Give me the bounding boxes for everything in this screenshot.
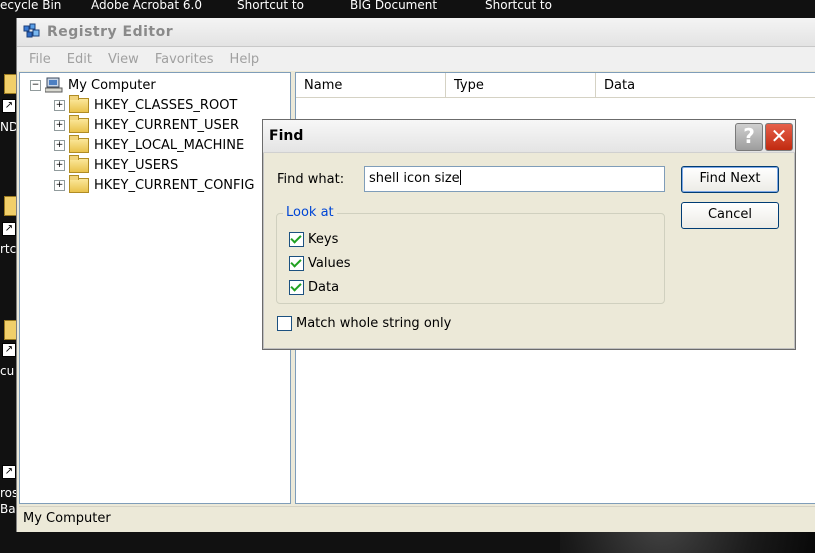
registry-editor-icon — [23, 23, 41, 41]
cancel-button[interactable]: Cancel — [681, 202, 779, 229]
tree-label: HKEY_LOCAL_MACHINE — [94, 137, 245, 153]
registry-tree[interactable]: − My Computer + HKEY_CLASSES_ROOT + HKEY… — [19, 72, 291, 504]
folder-icon — [69, 134, 89, 153]
expand-icon[interactable]: + — [54, 119, 65, 131]
menu-view[interactable]: View — [100, 52, 147, 67]
values-option[interactable]: Values — [289, 256, 350, 271]
tree-label: HKEY_USERS — [94, 157, 179, 173]
data-option[interactable]: Data — [289, 280, 339, 295]
desktop-side-label: rtc — [0, 242, 17, 256]
values-checkbox[interactable] — [289, 256, 304, 271]
menu-help[interactable]: Help — [222, 52, 268, 67]
tree-label: HKEY_CLASSES_ROOT — [94, 97, 238, 113]
folder-icon — [69, 154, 89, 173]
text-caret — [459, 170, 461, 185]
column-header-type[interactable]: Type — [446, 73, 596, 97]
desktop-label-big-document[interactable]: BIG Document — [350, 0, 437, 12]
find-what-label: Find what: — [277, 172, 345, 187]
desktop-label-shortcut-1[interactable]: Shortcut to — [237, 0, 304, 12]
desktop-side-label: cu — [0, 364, 15, 378]
look-at-group: Look at Keys Values Data — [276, 205, 665, 304]
window-title: Registry Editor — [47, 24, 174, 40]
expand-icon[interactable]: + — [54, 179, 65, 191]
menu-bar: File Edit View Favorites Help — [17, 47, 815, 71]
column-header-data[interactable]: Data — [596, 73, 815, 97]
keys-checkbox[interactable] — [289, 232, 304, 247]
desktop-label-adobe-acrobat[interactable]: Adobe Acrobat 6.0 — [91, 0, 202, 12]
find-dialog: Find ? ✕ Find what: shell icon size Find… — [262, 119, 796, 350]
find-dialog-title: Find — [269, 128, 304, 144]
values-label: Values — [308, 256, 351, 271]
keys-label: Keys — [308, 232, 339, 247]
data-label: Data — [308, 280, 340, 295]
find-dialog-titlebar[interactable]: Find — [263, 120, 795, 153]
tree-item-hkey-local-machine[interactable]: + HKEY_LOCAL_MACHINE — [54, 134, 245, 155]
shortcut-arrow-icon: ↗ — [2, 99, 16, 113]
folder-icon — [69, 94, 89, 113]
tree-label: HKEY_CURRENT_USER — [94, 117, 240, 133]
computer-icon — [44, 77, 63, 93]
keys-option[interactable]: Keys — [289, 232, 338, 247]
match-whole-label: Match whole string only — [296, 316, 452, 331]
folder-icon — [69, 114, 89, 133]
find-next-button[interactable]: Find Next — [681, 166, 779, 193]
folder-icon — [69, 174, 89, 193]
expand-icon[interactable]: + — [54, 99, 65, 111]
data-checkbox[interactable] — [289, 280, 304, 295]
tree-label: My Computer — [68, 77, 156, 93]
tree-item-hkey-classes-root[interactable]: + HKEY_CLASSES_ROOT — [54, 94, 238, 115]
menu-edit[interactable]: Edit — [59, 52, 100, 67]
close-button[interactable]: ✕ — [765, 123, 793, 151]
menu-favorites[interactable]: Favorites — [147, 52, 222, 67]
shortcut-arrow-icon: ↗ — [2, 222, 16, 236]
tree-item-hkey-current-user[interactable]: + HKEY_CURRENT_USER — [54, 114, 240, 135]
desktop-label-recycle-bin[interactable]: ecycle Bin — [0, 0, 61, 12]
menu-file[interactable]: File — [21, 52, 59, 67]
match-whole-checkbox[interactable] — [277, 316, 292, 331]
tree-label: HKEY_CURRENT_CONFIG — [94, 177, 255, 193]
tree-item-hkey-users[interactable]: + HKEY_USERS — [54, 154, 179, 175]
find-what-value: shell icon size — [369, 171, 460, 186]
status-bar: My Computer — [19, 506, 815, 531]
help-button[interactable]: ? — [735, 123, 763, 151]
match-whole-option[interactable]: Match whole string only — [277, 316, 451, 331]
shortcut-arrow-icon: ↗ — [2, 343, 16, 357]
collapse-icon[interactable]: − — [30, 79, 41, 91]
expand-icon[interactable]: + — [54, 159, 65, 171]
find-what-input[interactable]: shell icon size — [364, 166, 665, 192]
expand-icon[interactable]: + — [54, 139, 65, 151]
shortcut-arrow-icon: ↗ — [2, 465, 16, 479]
look-at-label: Look at — [283, 205, 337, 220]
list-header: Name Type Data — [296, 73, 815, 98]
tree-item-hkey-current-config[interactable]: + HKEY_CURRENT_CONFIG — [54, 174, 255, 195]
column-header-name[interactable]: Name — [296, 73, 446, 97]
tree-item-my-computer[interactable]: − My Computer — [30, 75, 156, 95]
desktop-label-shortcut-2[interactable]: Shortcut to — [485, 0, 552, 12]
window-titlebar[interactable]: Registry Editor — [17, 18, 815, 47]
